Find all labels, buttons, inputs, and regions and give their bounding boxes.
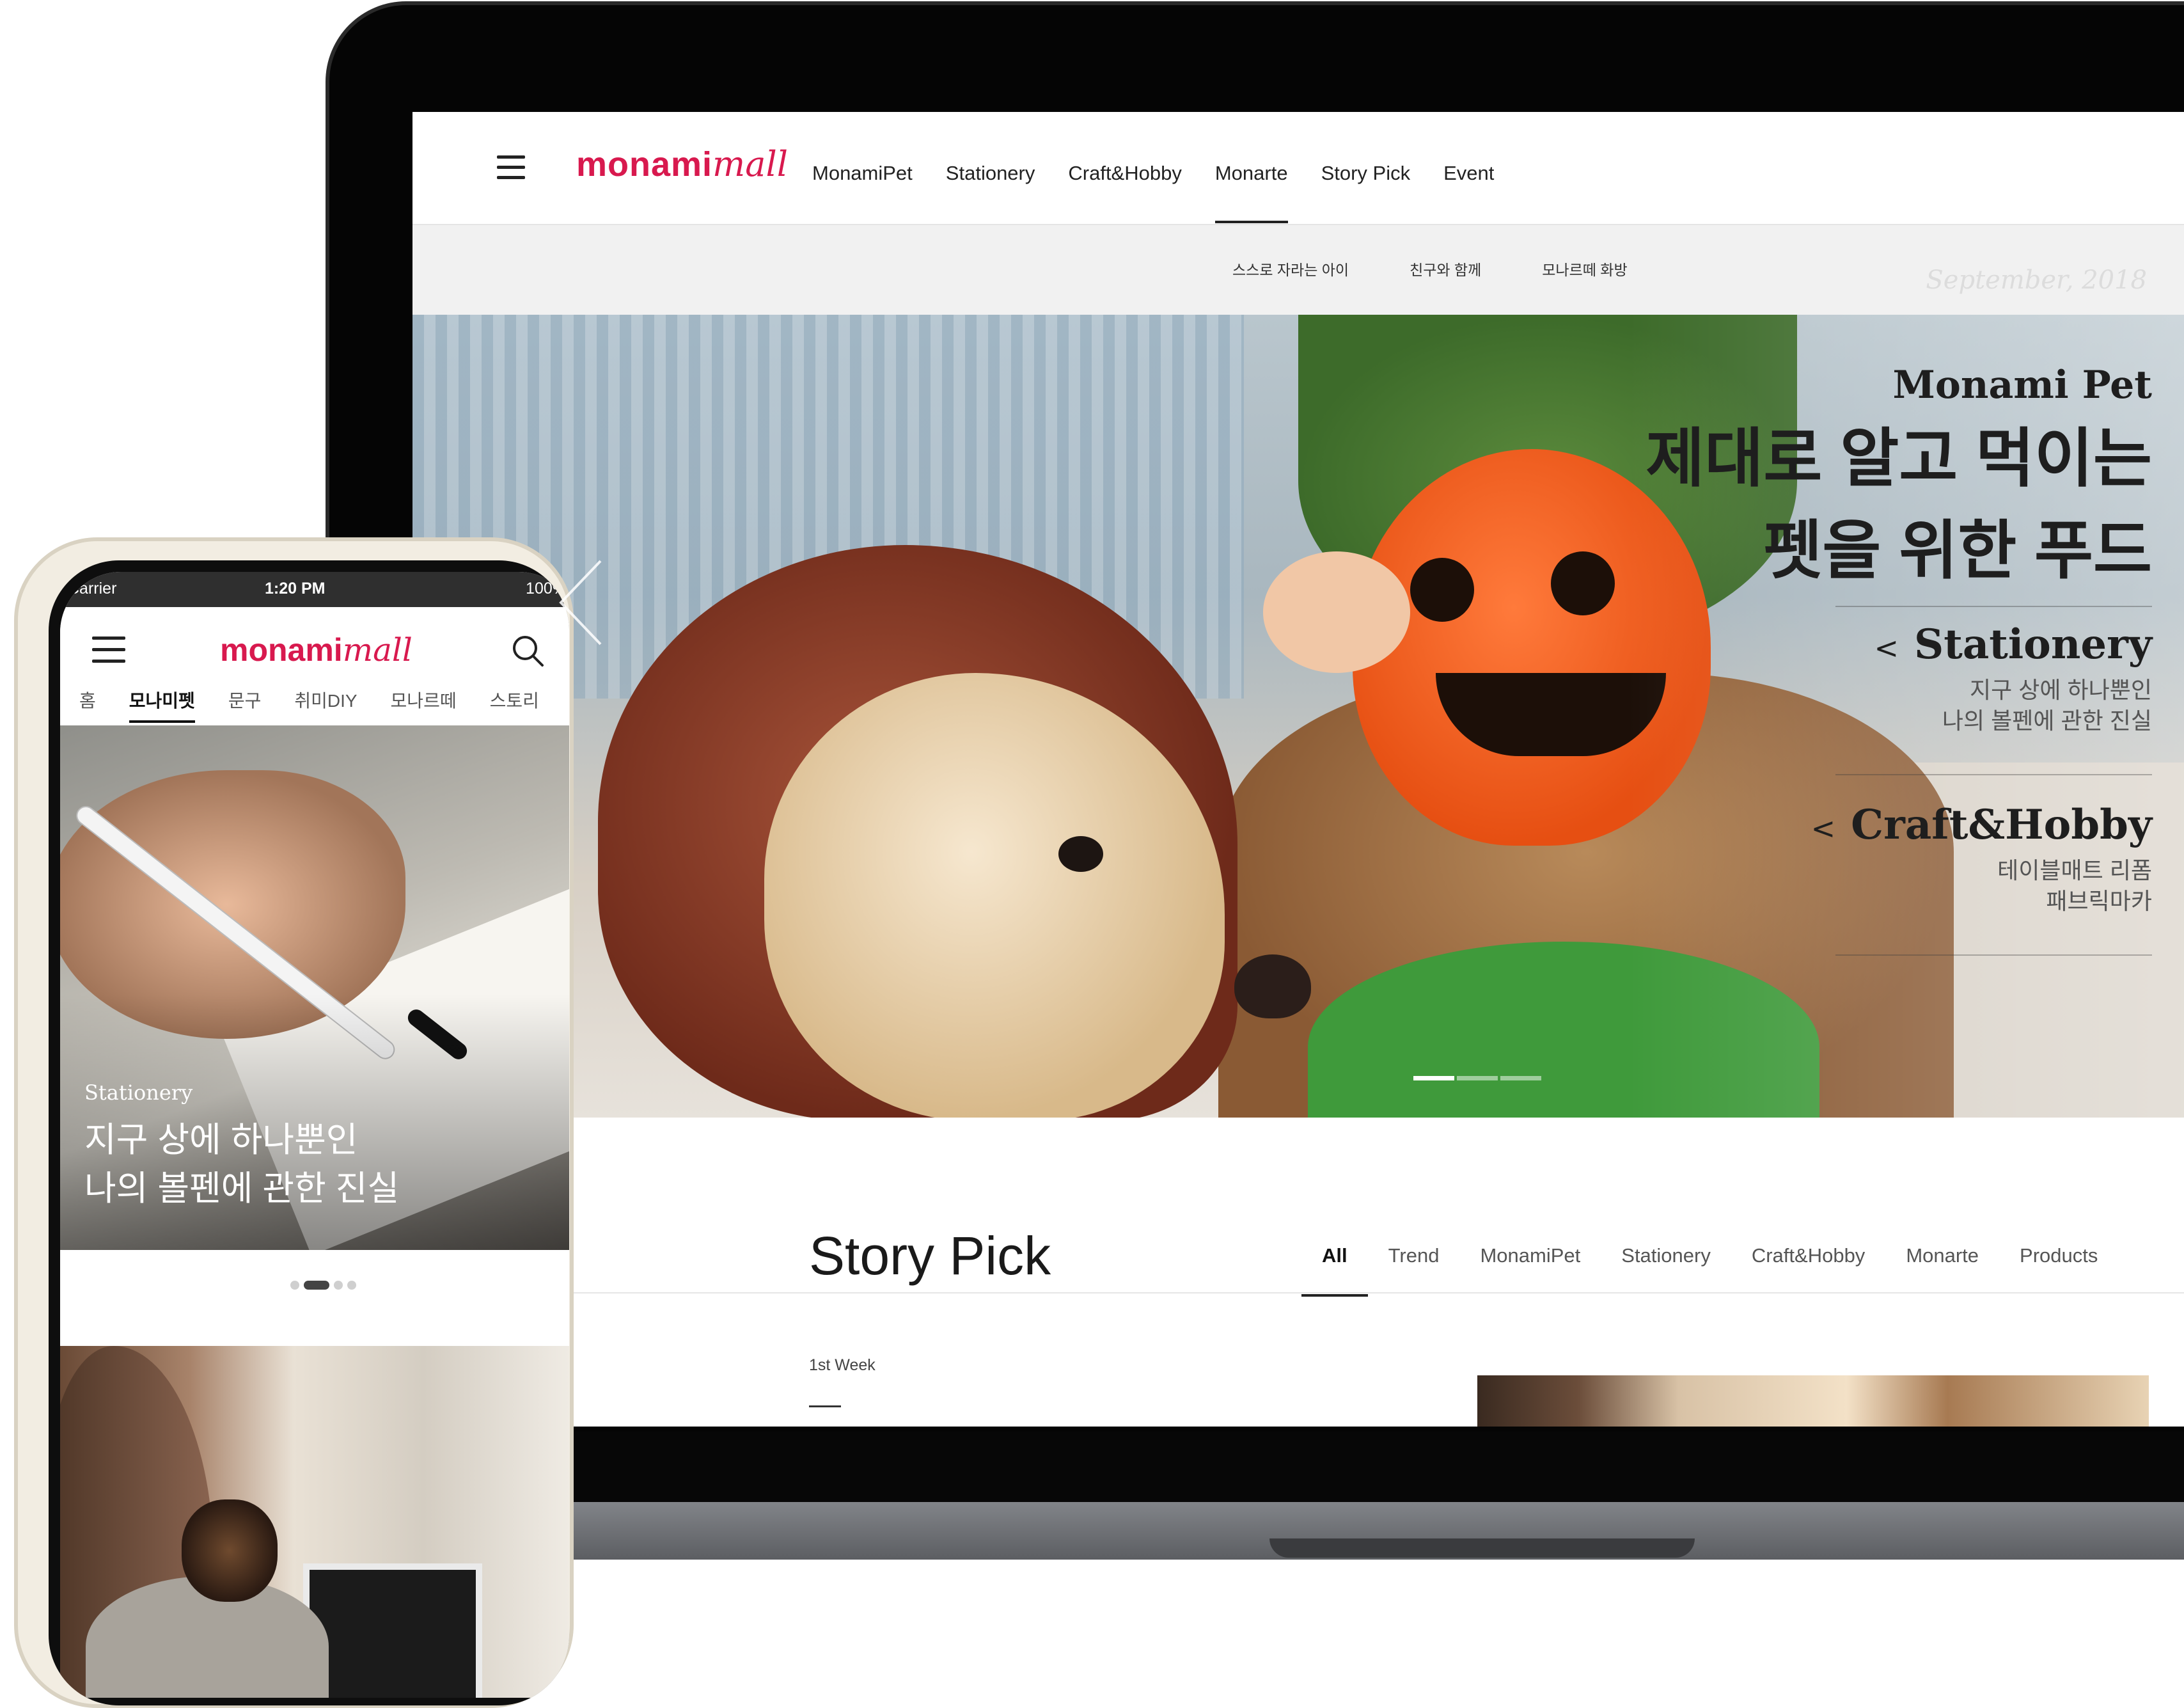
tab-story[interactable]: 스토리 (490, 687, 539, 723)
sub-nav-item[interactable]: 모나르떼 화방 (1542, 258, 1627, 280)
menu-icon[interactable] (92, 637, 125, 671)
hero-headline-2: 펫을 위한 푸드 (1763, 515, 2152, 587)
site-logo[interactable]: monamimall (576, 144, 788, 184)
tab-trend[interactable]: Trend (1368, 1244, 1460, 1297)
phone-hero-category: Stationery (84, 1080, 193, 1105)
top-navigation: monamimall MonamiPet Stationery Craft&Ho… (412, 112, 2184, 225)
nav-item-monamipet[interactable]: MonamiPet (812, 162, 913, 223)
phone-header: monamimall (60, 607, 569, 684)
sub-nav-item[interactable]: 스스로 자라는 아이 (1232, 258, 1349, 280)
status-bar: Carrier 1:20 PM 100% (60, 572, 569, 607)
sub-navigation: 스스로 자라는 아이 친구와 함께 모나르떼 화방 (1232, 258, 1688, 280)
slide-indicator-2[interactable] (1457, 1076, 1498, 1080)
tab-home[interactable]: 홈 (79, 687, 96, 723)
phone-frame: Carrier 1:20 PM 100% monamimall 홈 모나미펫 문… (14, 537, 574, 1708)
tab-stationery[interactable]: Stationery (1601, 1244, 1731, 1297)
hero-link-craft-hobby[interactable]: < Craft&Hobby 테이블매트 리폼 패브릭마카 (1811, 801, 2152, 917)
divider (809, 1405, 841, 1407)
slide-indicator-3[interactable] (1500, 1076, 1541, 1080)
hero-link-stationery[interactable]: < Stationery 지구 상에 하나뿐인 나의 볼펜에 관한 진실 (1874, 621, 2152, 736)
tab-monarte[interactable]: Monarte (1885, 1244, 1999, 1297)
hero-headline-1: 제대로 알고 먹이는 (1646, 423, 2152, 494)
week-label: 1st Week (809, 1356, 876, 1374)
slide-indicator-3[interactable] (334, 1281, 343, 1290)
laptop-screen: monamimall MonamiPet Stationery Craft&Ho… (412, 112, 2184, 1427)
divider (1835, 774, 2152, 775)
nav-item-craft-hobby[interactable]: Craft&Hobby (1068, 162, 1181, 223)
chevron-left-icon: < (1874, 631, 1899, 665)
sub-nav-item[interactable]: 친구와 함께 (1410, 258, 1481, 280)
laptop-notch (1269, 1538, 1695, 1558)
slide-indicator-1[interactable] (290, 1281, 299, 1290)
tab-monamipet[interactable]: 모나미펫 (129, 687, 195, 723)
phone-hero-pagination (290, 1281, 361, 1290)
phone-hero-banner[interactable]: Stationery 지구 상에 하나뿐인 나의 볼펜에 관한 진실 (60, 725, 569, 1250)
menu-icon[interactable] (497, 155, 525, 180)
carrier-label: Carrier (68, 580, 117, 597)
date-label: September, 2018 (1926, 265, 2147, 295)
main-menu: MonamiPet Stationery Craft&Hobby Monarte… (812, 162, 1527, 223)
slide-indicator-1[interactable] (1413, 1076, 1454, 1080)
hero-prev-arrow-icon[interactable] (556, 558, 607, 647)
divider (1835, 954, 2152, 956)
status-time: 1:20 PM (265, 580, 326, 597)
nav-item-story-pick[interactable]: Story Pick (1321, 162, 1411, 223)
site-logo[interactable]: monamimall (220, 631, 412, 668)
laptop-hinge (499, 1432, 2184, 1502)
nav-item-event[interactable]: Event (1443, 162, 1494, 223)
phone-hero-headline: 지구 상에 하나뿐인 나의 볼펜에 관한 진실 (84, 1121, 400, 1208)
tab-products[interactable]: Products (1999, 1244, 2118, 1297)
story-pick-title: Story Pick (809, 1226, 1051, 1286)
divider (1835, 606, 2152, 607)
hero-banner[interactable]: Monami Pet 제대로 알고 먹이는 펫을 위한 푸드 < Statione… (412, 315, 2184, 1118)
tab-hobby-diy[interactable]: 취미DIY (294, 687, 357, 723)
slide-indicator-4[interactable] (347, 1281, 356, 1290)
phone-screen: Carrier 1:20 PM 100% monamimall 홈 모나미펫 문… (60, 572, 569, 1698)
phone-story-image[interactable] (60, 1346, 569, 1698)
search-icon[interactable] (511, 634, 544, 667)
nav-item-stationery[interactable]: Stationery (946, 162, 1035, 223)
tab-craft-hobby[interactable]: Craft&Hobby (1731, 1244, 1885, 1297)
phone-bezel: Carrier 1:20 PM 100% monamimall 홈 모나미펫 문… (49, 560, 569, 1705)
tab-all[interactable]: All (1301, 1244, 1368, 1297)
slide-indicator-2[interactable] (304, 1281, 329, 1290)
phone-tabs: 홈 모나미펫 문구 취미DIY 모나르떼 스토리 (79, 687, 569, 723)
hero-title: Monami Pet 제대로 알고 먹이는 펫을 위한 푸드 (1646, 363, 2152, 592)
story-pick-tabs: All Trend MonamiPet Stationery Craft&Hob… (1301, 1244, 2118, 1297)
story-image[interactable] (1477, 1375, 2149, 1427)
tab-stationery[interactable]: 문구 (228, 687, 262, 723)
tab-monarte[interactable]: 모나르떼 (391, 687, 457, 723)
chevron-left-icon: < (1811, 811, 1836, 846)
tab-monamipet[interactable]: MonamiPet (1459, 1244, 1601, 1297)
divider (412, 1292, 2184, 1293)
hero-category: Monami Pet (1892, 363, 2153, 407)
hero-pagination (1413, 1076, 1544, 1080)
nav-item-monarte[interactable]: Monarte (1214, 162, 1288, 223)
